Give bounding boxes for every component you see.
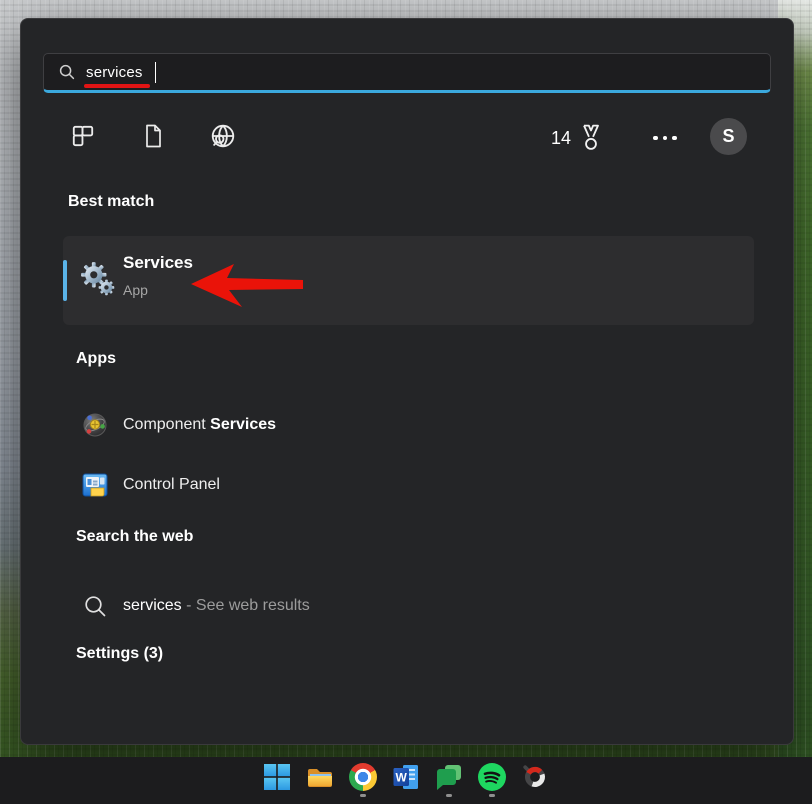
annotation-arrow [191, 263, 305, 308]
result-web-search[interactable]: services - See web results [63, 585, 754, 627]
search-icon [59, 64, 75, 80]
web-filter-icon[interactable] [207, 118, 239, 154]
documents-filter-icon[interactable] [137, 118, 169, 154]
running-indicator [360, 794, 366, 797]
best-match-result[interactable]: Services App [63, 236, 754, 325]
ellipsis-icon [653, 136, 658, 141]
component-services-icon [81, 411, 109, 439]
best-match-heading: Best match [68, 193, 154, 211]
taskbar: W [0, 757, 812, 804]
google-chat-icon [435, 763, 463, 791]
annotation-underline [84, 84, 150, 88]
taskbar-chrome[interactable] [349, 763, 377, 803]
spotify-icon [478, 763, 506, 791]
file-explorer-icon [306, 763, 334, 791]
avatar-initial: S [722, 126, 734, 147]
chrome-icon [349, 763, 377, 791]
search-icon [84, 595, 107, 618]
ring-app-icon [521, 763, 549, 791]
best-match-subtitle: App [123, 282, 148, 298]
account-avatar[interactable]: S [710, 118, 747, 155]
svg-text:W: W [396, 771, 408, 785]
selection-accent-bar [63, 260, 67, 301]
result-label: Control Panel [123, 476, 220, 494]
taskbar-spotify[interactable] [478, 763, 506, 803]
taskbar-word[interactable]: W [392, 763, 420, 803]
best-match-title: Services [123, 253, 193, 273]
search-web-heading: Search the web [76, 528, 193, 546]
result-component-services[interactable]: Component Services [63, 403, 754, 447]
taskbar-google-chat[interactable] [435, 763, 463, 803]
text-caret [155, 62, 157, 83]
search-query-text: services [86, 64, 143, 81]
taskbar-start-button[interactable] [263, 763, 291, 803]
services-gears-icon [79, 260, 117, 298]
search-input[interactable]: services [43, 53, 771, 93]
running-indicator [446, 794, 452, 797]
screen: services [0, 0, 812, 804]
web-query: services - See web results [123, 597, 310, 615]
control-panel-icon [81, 471, 109, 499]
rewards-medal-icon [578, 124, 604, 152]
apps-filter-icon[interactable] [67, 118, 99, 154]
result-control-panel[interactable]: Control Panel [63, 463, 754, 507]
apps-heading: Apps [76, 350, 116, 368]
more-options-button[interactable] [643, 121, 687, 155]
result-label: Component Services [123, 416, 276, 434]
search-filter-row [67, 118, 239, 154]
running-indicator [489, 794, 495, 797]
taskbar-ring-app[interactable] [521, 763, 549, 803]
windows-logo-icon [263, 763, 291, 791]
rewards-count: 14 [551, 128, 571, 149]
search-panel: services [20, 18, 794, 745]
taskbar-file-explorer[interactable] [306, 763, 334, 803]
web-hint: - See web results [182, 597, 310, 614]
word-icon: W [392, 763, 420, 791]
rewards-button[interactable]: 14 [551, 121, 604, 155]
settings-heading: Settings (3) [76, 645, 163, 663]
